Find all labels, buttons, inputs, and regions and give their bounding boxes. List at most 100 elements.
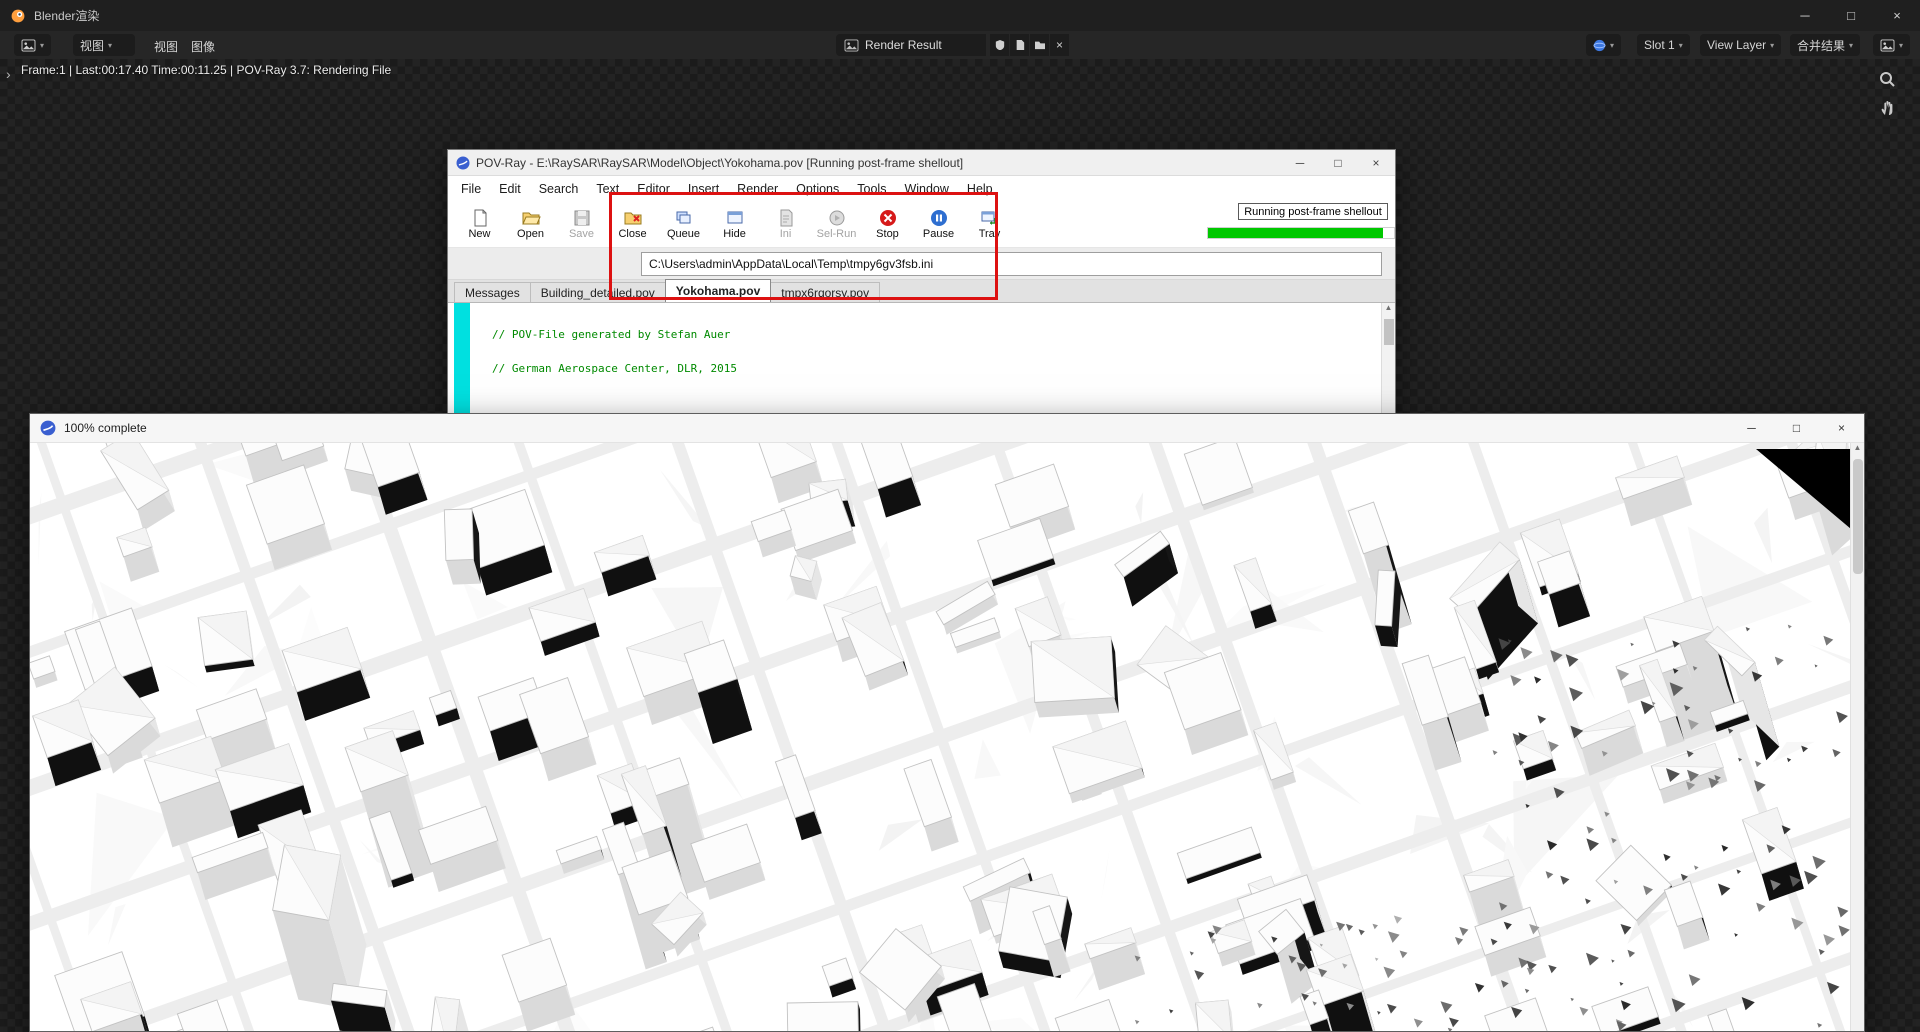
- view-layer-dropdown[interactable]: View Layer ▾: [1700, 34, 1781, 56]
- menu-editor[interactable]: Editor: [628, 179, 679, 199]
- povray-render-icon: [40, 420, 56, 436]
- render-maximize-button[interactable]: □: [1774, 414, 1819, 443]
- open-button[interactable]: Open: [505, 202, 556, 246]
- sel-run-button: Sel-Run: [811, 202, 862, 246]
- sidebar-expand-arrow[interactable]: ›: [6, 66, 11, 82]
- render-image: [30, 443, 1864, 1031]
- render-result-window: 100% complete ─ □ × ▲: [29, 413, 1865, 1032]
- ini-path-row: [448, 248, 1395, 280]
- render-pass-label: 合并结果: [1797, 37, 1845, 54]
- fake-user-button[interactable]: [990, 34, 1009, 56]
- new-button[interactable]: New: [454, 202, 505, 246]
- view-mode-dropdown[interactable]: 视图 ▾: [73, 34, 135, 56]
- folder-icon: [1034, 40, 1046, 50]
- ini-icon: [776, 209, 796, 227]
- render-close-button[interactable]: ×: [1819, 414, 1864, 443]
- hide-button[interactable]: Hide: [709, 202, 760, 246]
- pause-button[interactable]: Pause: [913, 202, 964, 246]
- ini-path-field[interactable]: [641, 252, 1382, 276]
- blender-header: ▾ 视图 ▾ 视图 图像 Render Result × ▾ Slot 1 ▾: [0, 31, 1920, 59]
- blender-logo-icon: [10, 8, 26, 24]
- tab-messages[interactable]: Messages: [454, 282, 531, 302]
- sel-run-icon: [827, 209, 847, 227]
- tray-icon: [980, 209, 1000, 227]
- blender-minimize-button[interactable]: ─: [1782, 0, 1828, 31]
- chevron-down-icon: ▾: [1679, 41, 1683, 50]
- povray-menubar: File Edit Search Text Editor Insert Rend…: [448, 176, 1395, 201]
- image-datablock-selector[interactable]: Render Result: [836, 34, 986, 56]
- render-status-text: Frame:1 | Last:00:17.40 Time:00:11.25 | …: [21, 63, 391, 77]
- view-layer-label: View Layer: [1707, 38, 1766, 52]
- view-mode-label: 视图: [80, 37, 104, 54]
- editor-tabs: Messages Building_detailed.pov Yokohama.…: [448, 280, 1395, 303]
- render-minimize-button[interactable]: ─: [1729, 414, 1774, 443]
- povray-window-title: POV-Ray - E:\RaySAR\RaySAR\Model\Object\…: [476, 156, 963, 170]
- queue-button[interactable]: Queue: [658, 202, 709, 246]
- editor-type-dropdown[interactable]: ▾: [14, 34, 51, 56]
- shellout-progress-fill: [1208, 228, 1383, 238]
- menu-render[interactable]: Render: [728, 179, 787, 199]
- menu-image[interactable]: 图像: [185, 36, 221, 57]
- blender-close-button[interactable]: ×: [1874, 0, 1920, 31]
- menu-text[interactable]: Text: [587, 179, 628, 199]
- unlink-image-button[interactable]: ×: [1050, 34, 1069, 56]
- menu-help[interactable]: Help: [958, 179, 1002, 199]
- code-scrollbar-thumb[interactable]: [1384, 319, 1394, 345]
- pause-icon: [929, 209, 949, 227]
- save-icon: [572, 209, 592, 227]
- chevron-down-icon: ▾: [40, 41, 44, 50]
- image-editor-icon: [21, 39, 36, 52]
- stop-icon: [878, 209, 898, 227]
- shellout-progress-bar: [1207, 227, 1395, 239]
- menu-edit[interactable]: Edit: [490, 179, 530, 199]
- povray-minimize-button[interactable]: ─: [1281, 150, 1319, 176]
- pan-hand-icon[interactable]: [1879, 99, 1897, 117]
- chevron-down-icon: ▾: [108, 41, 112, 50]
- new-image-button[interactable]: [1010, 34, 1029, 56]
- render-scrollbar[interactable]: ▲: [1850, 443, 1864, 1031]
- tab-building-detailed-pov[interactable]: Building_detailed.pov: [530, 282, 666, 302]
- menu-tools[interactable]: Tools: [848, 179, 895, 199]
- povray-titlebar: POV-Ray - E:\RaySAR\RaySAR\Model\Object\…: [448, 150, 1395, 176]
- blender-maximize-button[interactable]: □: [1828, 0, 1874, 31]
- queue-icon: [674, 209, 694, 227]
- open-image-button[interactable]: [1030, 34, 1049, 56]
- display-sphere-dropdown[interactable]: ▾: [1586, 34, 1621, 56]
- menu-view[interactable]: 视图: [148, 36, 184, 57]
- desktop: Blender渲染 ─ □ × ▾ 视图 ▾ 视图 图像 Render Resu…: [0, 0, 1920, 1032]
- render-slot-dropdown[interactable]: Slot 1 ▾: [1637, 34, 1690, 56]
- povray-maximize-button[interactable]: □: [1319, 150, 1357, 176]
- povray-toolbar: New Open Save Close Queue Hide: [448, 201, 1395, 248]
- render-scrollbar-thumb[interactable]: [1853, 459, 1863, 574]
- image-icon: [1880, 39, 1895, 52]
- page-icon: [1015, 39, 1025, 51]
- close-button[interactable]: Close: [607, 202, 658, 246]
- display-channels-dropdown[interactable]: ▾: [1873, 34, 1910, 56]
- hide-icon: [725, 209, 745, 227]
- image-icon: [844, 39, 859, 52]
- menu-options[interactable]: Options: [787, 179, 848, 199]
- render-slot-label: Slot 1: [1644, 38, 1675, 52]
- menu-insert[interactable]: Insert: [679, 179, 728, 199]
- datablock-name: Render Result: [865, 38, 942, 52]
- povray-icon: [456, 156, 470, 170]
- close-file-icon: [623, 209, 643, 227]
- menu-file[interactable]: File: [452, 179, 490, 199]
- povray-close-button[interactable]: ×: [1357, 150, 1395, 176]
- stop-button[interactable]: Stop: [862, 202, 913, 246]
- render-pass-dropdown[interactable]: 合并结果 ▾: [1790, 34, 1860, 56]
- chevron-down-icon: ▾: [1849, 41, 1853, 50]
- tab-tmp-pov[interactable]: tmpx6rqorsy.pov: [770, 282, 880, 302]
- render-window-title: 100% complete: [64, 421, 147, 435]
- sphere-icon: [1593, 39, 1606, 52]
- menu-search[interactable]: Search: [530, 179, 588, 199]
- zoom-tool-icon[interactable]: [1878, 70, 1896, 88]
- tab-yokohama-pov[interactable]: Yokohama.pov: [665, 279, 771, 302]
- chevron-down-icon: ▾: [1899, 41, 1903, 50]
- render-window-titlebar: 100% complete ─ □ ×: [30, 414, 1864, 443]
- tray-button[interactable]: Tray: [964, 202, 1015, 246]
- open-icon: [521, 209, 541, 227]
- shellout-status-label: Running post-frame shellout: [1238, 203, 1388, 220]
- chevron-down-icon: ▾: [1770, 41, 1774, 50]
- menu-window[interactable]: Window: [895, 179, 957, 199]
